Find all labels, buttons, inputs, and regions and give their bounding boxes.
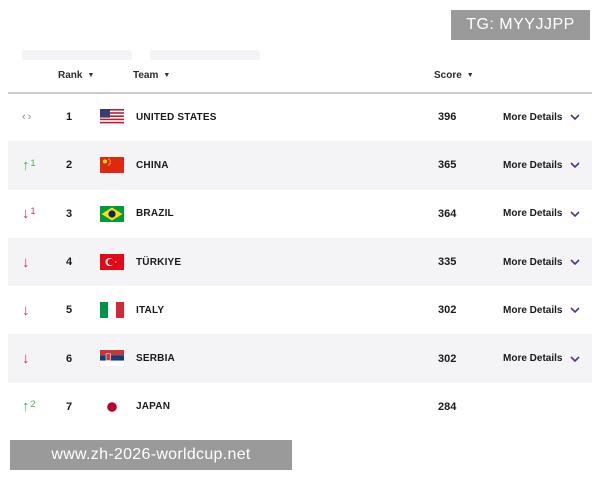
table-row: ↑ 1 2 CHINA 365 More Details — [8, 141, 592, 190]
team-score: 302 — [438, 304, 457, 317]
turkiye-flag-icon — [100, 253, 124, 270]
arrow-down-icon: ↓ — [22, 301, 30, 319]
more-details-button[interactable]: More Details — [503, 334, 581, 382]
table-row: ↓ 5 ITALY 302 More Details — [8, 286, 592, 334]
sort-caret-icon: ▼ — [87, 72, 95, 79]
arrow-down-icon: ↓ — [22, 350, 30, 368]
team-score: 364 — [438, 207, 457, 220]
more-details-button[interactable]: More Details — [503, 190, 581, 238]
usa-flag-icon — [100, 109, 124, 125]
rank-up-indicator: ↑ 2 — [22, 383, 36, 431]
team-name: UNITED STATES — [136, 111, 217, 123]
more-details-label: More Details — [503, 208, 563, 220]
arrow-up-icon: ↑ — [22, 156, 30, 174]
team-score: 365 — [438, 159, 457, 172]
table-header: Rank ▼ Team ▼ Score ▼ — [8, 62, 592, 94]
sort-caret-icon: ▼ — [163, 72, 171, 79]
rank-change-value: 2 — [30, 399, 36, 410]
serbia-flag-icon — [100, 350, 124, 367]
rank-change-value: 1 — [30, 206, 36, 217]
team-header-label: Team — [133, 70, 159, 81]
more-details-button[interactable]: More Details — [503, 286, 581, 334]
rank-down-indicator: ↓ — [22, 286, 30, 334]
more-details-button[interactable]: More Details — [503, 141, 581, 189]
rank-number: 6 — [66, 352, 73, 365]
rank-header-label: Rank — [58, 70, 83, 81]
more-details-label: More Details — [503, 256, 563, 268]
rank-number: 2 — [66, 159, 73, 172]
team-name: SERBIA — [136, 353, 175, 365]
japan-flag-icon — [100, 398, 124, 415]
arrow-down-icon: ↓ — [22, 205, 30, 223]
sort-caret-icon: ▼ — [466, 72, 474, 79]
more-details-label: More Details — [503, 304, 563, 316]
table-row: ↓ 4 TÜRKIYE 335 More Details — [8, 237, 592, 287]
table-row: ↓ 6 SERBIA 302 More Details — [8, 334, 592, 383]
chevron-down-icon — [570, 259, 581, 266]
chevron-down-icon — [570, 307, 581, 314]
arrow-down-icon: ↓ — [22, 253, 30, 271]
rank-column-header[interactable]: Rank ▼ — [58, 70, 94, 81]
team-score: 396 — [438, 111, 457, 124]
more-details-label: More Details — [503, 159, 563, 171]
more-details-button[interactable]: More Details — [503, 93, 581, 141]
no-change-icon: ‹› — [22, 111, 34, 124]
table-row: ↑ 2 7 JAPAN 284 — [8, 383, 592, 431]
more-details-label: More Details — [503, 353, 563, 365]
score-header-label: Score — [434, 70, 462, 81]
table-row: ↓ 1 3 BRAZIL 364 More Details — [8, 190, 592, 238]
rank-down-indicator: ↓ — [22, 238, 30, 286]
watermark-bottom: www.zh-2026-worldcup.net — [10, 440, 292, 470]
arrow-up-icon: ↑ — [22, 398, 30, 416]
team-score: 302 — [438, 352, 457, 365]
chevron-down-icon — [570, 162, 581, 169]
more-details-button[interactable]: More Details — [503, 238, 581, 286]
team-name: BRAZIL — [136, 208, 174, 220]
team-score: 284 — [438, 400, 457, 413]
rank-up-indicator: ↑ 1 — [22, 141, 36, 189]
team-name: JAPAN — [136, 401, 171, 413]
rank-number: 4 — [66, 256, 73, 269]
rank-number: 5 — [66, 304, 73, 317]
brazil-flag-icon — [100, 205, 124, 222]
more-details-label: More Details — [503, 111, 563, 123]
ranking-table: ‹› 1 UNITED STATES 396 More Details ↑ 1 … — [8, 93, 592, 431]
rank-number: 3 — [66, 207, 73, 220]
score-column-header[interactable]: Score ▼ — [434, 70, 474, 81]
china-flag-icon — [100, 157, 124, 174]
team-name: ITALY — [136, 304, 165, 316]
rank-number: 7 — [66, 400, 73, 413]
team-name: CHINA — [136, 159, 169, 171]
rank-number: 1 — [66, 111, 73, 124]
rank-change-value: 1 — [30, 157, 36, 168]
rank-down-indicator: ↓ — [22, 334, 30, 382]
chevron-down-icon — [570, 211, 581, 217]
team-score: 335 — [438, 256, 457, 269]
tab-placeholder — [22, 50, 132, 60]
team-column-header[interactable]: Team ▼ — [133, 70, 170, 81]
watermark-top: TG: MYYJJPP — [451, 10, 590, 40]
italy-flag-icon — [100, 302, 124, 319]
tab-placeholder — [150, 50, 260, 60]
chevron-down-icon — [570, 356, 581, 362]
team-name: TÜRKIYE — [136, 256, 182, 268]
chevron-down-icon — [570, 114, 581, 121]
rank-down-indicator: ↓ 1 — [22, 190, 36, 238]
table-row: ‹› 1 UNITED STATES 396 More Details — [8, 93, 592, 141]
